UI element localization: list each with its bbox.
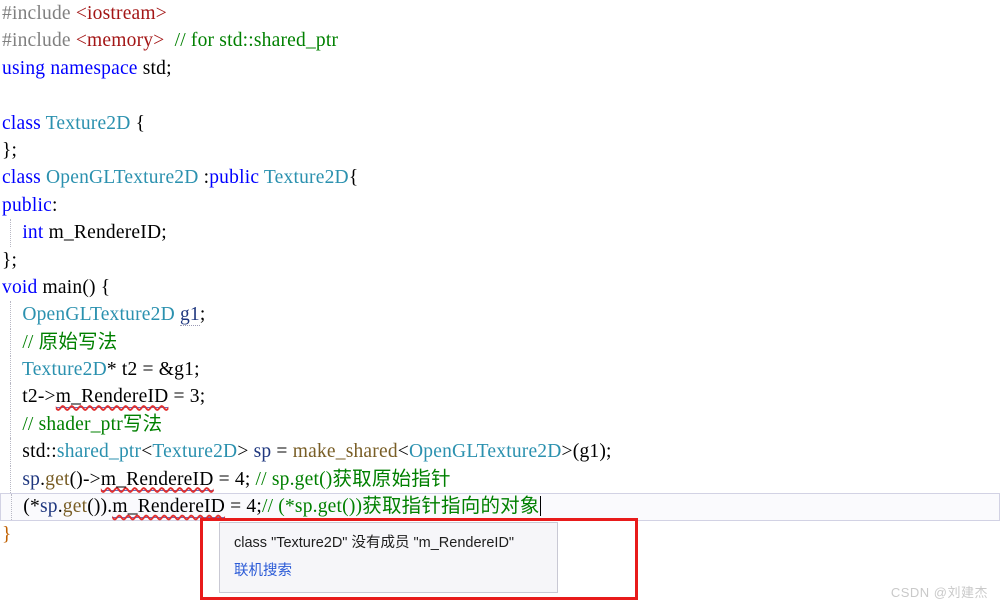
error-underlined-token: m_RendereID [112,496,226,519]
code-line[interactable]: }; [0,247,1000,274]
code-token: class [2,112,46,134]
code-line[interactable] [0,82,1000,109]
code-line[interactable]: #include <iostream> [0,0,1000,27]
error-tooltip-message: class "Texture2D" 没有成员 "m_RendereID" [234,535,515,551]
csdn-watermark: CSDN @刘建杰 [890,585,988,600]
code-token: sp [253,441,272,463]
code-line[interactable]: // shader_ptr写法 [0,410,1000,439]
code-token: ()-> [69,468,101,490]
code-token: : [198,167,210,189]
code-comment: // for std::shared_ptr [174,30,339,52]
code-token: * t2 = &g1; [106,359,200,381]
code-line[interactable]: std::shared_ptr<Texture2D> sp = make_sha… [0,438,1000,467]
code-token: sp [22,468,41,490]
code-token: std:: [2,441,57,463]
code-token: } [2,524,12,546]
code-token: shared_ptr [56,441,142,463]
code-token: ()). [87,496,113,518]
code-token: g1 [179,304,200,327]
code-token: = 4; [225,496,262,518]
code-token: int [22,222,44,244]
code-token: OpenGLTexture2D [409,441,562,463]
code-token: get [62,496,88,518]
code-token: OpenGLTexture2D [45,167,199,189]
online-search-link[interactable]: 联机搜索 [234,561,292,581]
code-token: Texture2D [152,441,238,463]
code-token: (* [3,496,40,518]
code-token: #include [2,3,76,24]
code-token: std; [142,57,172,79]
code-token: public [2,194,52,216]
code-token: < [397,441,409,463]
code-lines-container[interactable]: #include <iostream> #include <memory> // … [0,0,1000,548]
code-token: : [51,194,58,216]
code-token: get [45,468,70,490]
error-underlined-token: m_RendereID [55,386,169,409]
code-line[interactable]: public: [0,192,1000,219]
code-line[interactable]: void main() { [0,274,1000,301]
code-token: > [237,441,254,463]
code-token: <iostream> [75,3,167,24]
code-comment: // (*sp.get())获取指针指向的对象 [261,496,540,518]
code-line[interactable]: // 原始写法 [0,328,1000,357]
code-line[interactable]: int m_RendereID; [0,219,1000,247]
code-editor-surface[interactable]: #include <iostream> #include <memory> // … [0,0,1000,609]
code-token: <memory> [75,30,165,52]
error-underlined-token: m_RendereID [100,468,214,491]
code-token: { [348,167,359,189]
code-line[interactable]: }; [0,137,1000,164]
code-token: = 4; [213,468,256,490]
code-line[interactable]: t2->m_RendereID = 3; [0,383,1000,412]
code-token: = [271,441,293,463]
code-token: = 3; [168,386,206,408]
code-comment: // sp.get()获取原始指针 [255,468,451,490]
code-token: }; [2,249,18,271]
code-comment: // 原始写法 [22,331,118,353]
code-token: OpenGLTexture2D [22,304,175,326]
code-token: sp [39,496,58,518]
code-line[interactable]: (*sp.get()).m_RendereID = 4;// (*sp.get(… [0,493,1000,522]
code-token: make_shared [292,441,398,463]
code-token: using namespace [2,57,143,79]
code-token: public [209,167,260,189]
code-token: ; [199,304,206,326]
code-token: >(g1); [561,441,612,463]
code-line[interactable]: #include <memory> // for std::shared_ptr [0,27,1000,54]
code-token: Texture2D [21,359,107,381]
code-token: void [2,276,38,298]
code-token: Texture2D [45,112,131,134]
code-token: class [2,167,46,189]
code-token: t2-> [2,386,56,408]
code-token: m_RendereID; [43,222,167,244]
code-token: < [141,441,153,463]
text-caret [539,496,541,517]
code-token: #include [2,30,76,52]
code-comment: // shader_ptr写法 [22,413,163,435]
code-line[interactable]: using namespace std; [0,55,1000,82]
code-token: main() { [37,276,111,298]
error-tooltip[interactable]: class "Texture2D" 没有成员 "m_RendereID" 联机搜… [219,522,558,593]
code-line[interactable]: OpenGLTexture2D g1; [0,301,1000,330]
code-line[interactable]: sp.get()->m_RendereID = 4; // sp.get()获取… [0,465,1000,494]
code-line[interactable]: class OpenGLTexture2D :public Texture2D{ [0,164,1000,191]
code-line[interactable]: class Texture2D { [0,110,1000,137]
code-line[interactable]: Texture2D* t2 = &g1; [0,356,1000,384]
code-token: }; [2,139,18,161]
code-token: { [130,112,146,134]
code-token: Texture2D [263,167,349,189]
